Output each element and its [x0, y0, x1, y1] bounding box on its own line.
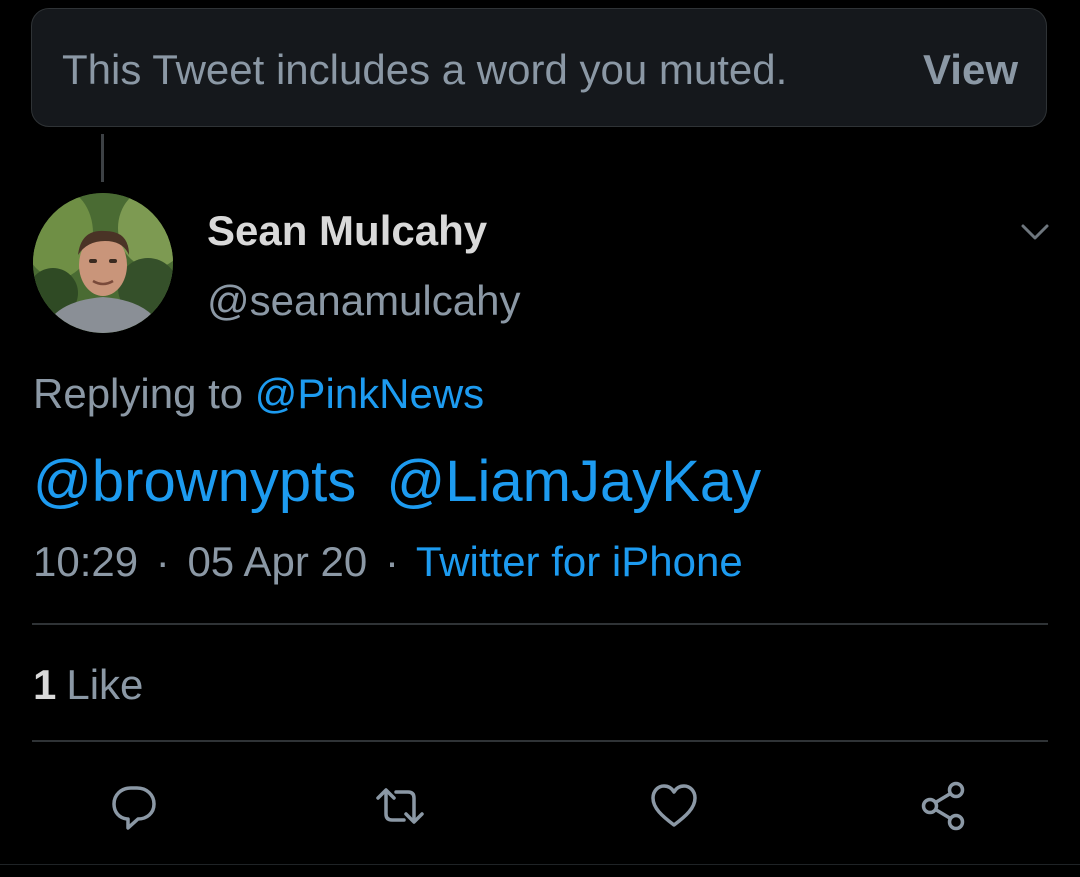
retweet-icon[interactable]: [372, 778, 428, 834]
share-icon[interactable]: [916, 778, 972, 834]
replying-to: Replying to @PinkNews: [33, 368, 484, 420]
muted-word-notice: This Tweet includes a word you muted. Vi…: [31, 8, 1047, 127]
muted-notice-text: This Tweet includes a word you muted.: [62, 46, 788, 93]
replying-to-handle-link[interactable]: @PinkNews: [255, 370, 484, 417]
likes-label: Like: [66, 661, 144, 708]
author-display-name[interactable]: Sean Mulcahy: [207, 206, 487, 256]
mention-link[interactable]: @brownypts: [33, 449, 356, 514]
tweet-time: 10:29: [33, 538, 139, 585]
tweet-meta: 10:29 · 05 Apr 20 · Twitter for iPhone: [33, 536, 743, 588]
mention-link[interactable]: @LiamJayKay: [386, 449, 761, 514]
divider: [32, 740, 1048, 742]
tweet-source-link[interactable]: Twitter for iPhone: [416, 538, 743, 585]
meta-separator: ·: [384, 538, 399, 585]
avatar-photo: [33, 193, 173, 333]
tweet-text: @brownypts @LiamJayKay: [33, 448, 761, 516]
likes-count: 1: [33, 661, 57, 708]
tweet-date: 05 Apr 20: [187, 538, 368, 585]
view-button[interactable]: View: [923, 45, 1018, 95]
replying-to-prefix: Replying to: [33, 370, 244, 417]
thread-connector-line: [101, 134, 104, 182]
author-handle[interactable]: @seanamulcahy: [207, 276, 520, 326]
avatar[interactable]: [33, 193, 173, 333]
meta-separator: ·: [155, 538, 170, 585]
chevron-down-icon[interactable]: [1017, 218, 1053, 246]
bottom-divider: [0, 864, 1080, 877]
reply-icon[interactable]: [106, 778, 162, 834]
heart-icon[interactable]: [646, 778, 702, 834]
likes-stat[interactable]: 1 Like: [33, 659, 143, 711]
divider: [32, 623, 1048, 625]
